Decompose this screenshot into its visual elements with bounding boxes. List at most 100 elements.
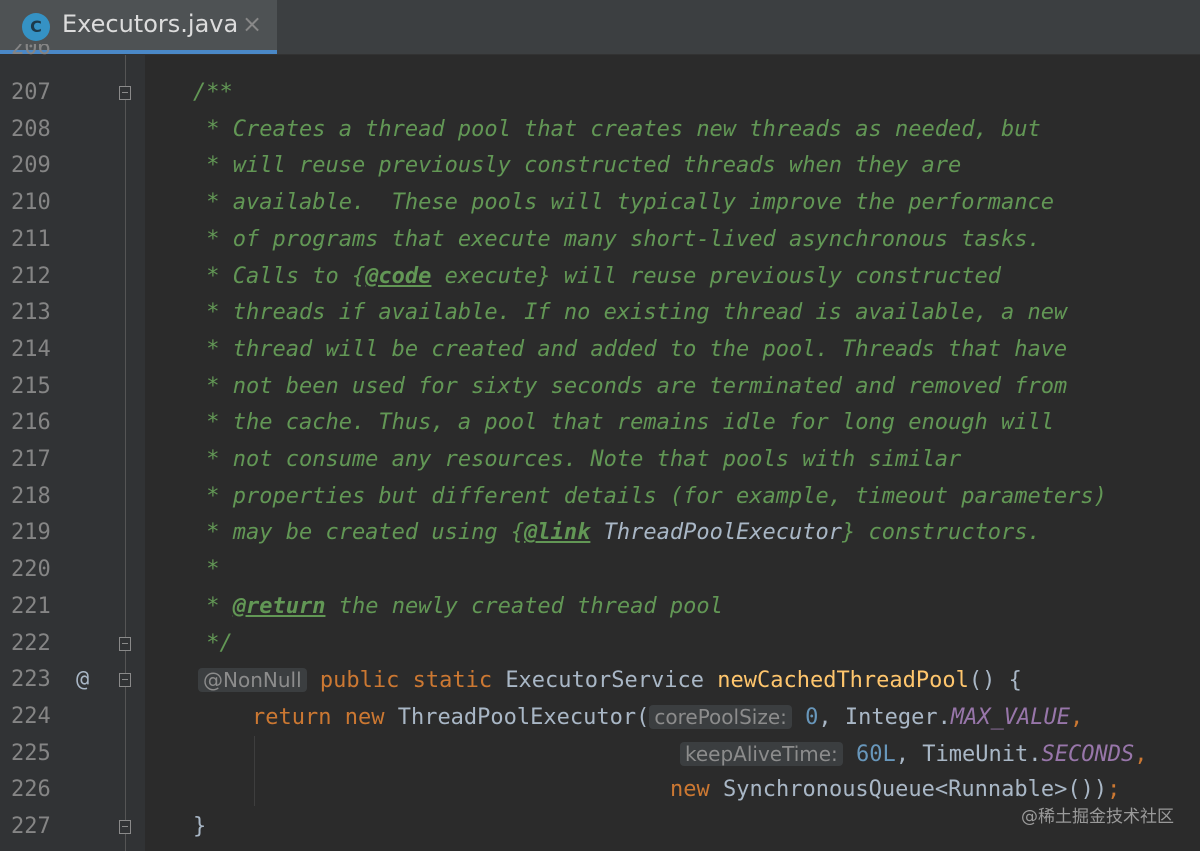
fold-toggle-icon[interactable] [119,86,131,100]
line-number: 227 [11,814,51,839]
code-token: * of programs that execute many short-li… [193,226,1041,252]
code-line[interactable]: 207 /** [0,75,1200,111]
java-class-icon: C [22,13,50,41]
code-line[interactable]: 219 * may be created using {@link Thread… [0,515,1200,551]
code-text: * Calls to {@code execute} will reuse pr… [193,259,1001,295]
parameter-hint: corePoolSize: [649,704,792,729]
code-token: , [1134,741,1148,767]
code-line[interactable]: 227} [0,809,1200,845]
code-token: ThreadPoolExecutor( [397,704,650,730]
code-line[interactable]: 210 * available. These pools will typica… [0,185,1200,221]
code-line[interactable]: 209 * will reuse previously constructed … [0,148,1200,184]
fold-toggle-icon[interactable] [119,820,131,834]
partial-line: 206 [0,44,1200,66]
code-line[interactable]: 226 new SynchronousQueue<Runnable>()); [0,772,1200,808]
code-token: * threads if available. If no existing t… [193,300,1068,326]
code-line[interactable]: 225 keepAliveTime: 60L, TimeUnit.SECONDS, [0,736,1200,772]
code-text: * may be created using {@link ThreadPool… [193,515,1041,551]
line-number: 211 [11,226,51,252]
code-line[interactable]: 214 * thread will be created and added t… [0,332,1200,368]
line-number: 217 [11,447,51,472]
code-line[interactable]: 208 * Creates a thread pool that creates… [0,112,1200,148]
code-token: 60L [856,741,896,767]
tab-title: Executors.java [62,10,239,38]
code-token: * the cache. Thus, a pool that remains i… [193,410,1054,436]
code-token: 0 [805,704,819,730]
code-token: public static [319,668,506,694]
code-token: new [670,777,723,803]
code-text: * @return the newly created thread pool [193,589,723,625]
code-token: , Integer. [818,704,951,730]
code-line[interactable]: 215 * not been used for sixty seconds ar… [0,369,1200,405]
code-token: ThreadPoolExecutor [590,520,843,546]
line-number: 214 [11,336,51,362]
code-line[interactable]: 216 * the cache. Thus, a pool that remai… [0,405,1200,441]
code-text: * available. These pools will typically … [193,185,1054,221]
code-token: execute} will reuse previously construct… [431,263,1001,289]
code-token: * thread will be created and added to th… [193,336,1068,362]
line-number: 212 [11,263,51,289]
code-token: newCachedThreadPool [717,668,969,694]
watermark: @稀土掘金技术社区 [1021,807,1174,827]
code-text: } [193,809,206,845]
code-token: * Calls to { [193,263,366,289]
code-text: @NonNull public static ExecutorService n… [198,662,1022,699]
code-line[interactable]: 224 return new ThreadPoolExecutor(corePoo… [0,699,1200,735]
code-line[interactable]: 217 * not consume any resources. Note th… [0,442,1200,478]
line-number: 222 [11,630,51,656]
code-text: * will reuse previously constructed thre… [193,148,961,184]
code-line[interactable]: 212 * Calls to {@code execute} will reus… [0,259,1200,295]
code-token: * available. These pools will typically … [193,190,1054,216]
code-token: @link [524,520,591,546]
code-token: * [193,557,220,583]
code-token: ; [1107,777,1121,803]
code-text: * the cache. Thus, a pool that remains i… [193,405,1054,441]
parameter-hint: keepAliveTime: [680,741,843,766]
code-text: * not been used for sixty seconds are te… [193,369,1067,405]
code-text: * of programs that execute many short-li… [193,222,1041,258]
line-number: 224 [11,703,51,729]
fold-toggle-icon[interactable] [119,673,131,688]
code-token: , TimeUnit. [895,741,1042,767]
code-line[interactable]: 218 * properties but different details (… [0,479,1200,515]
code-line[interactable]: 223 @ @NonNull public static ExecutorServi… [0,662,1200,698]
fold-toggle-icon[interactable] [119,636,131,651]
code-token: , [1070,704,1084,730]
code-line[interactable]: 221 * @return the newly created thread p… [0,589,1200,625]
line-number: 216 [11,410,51,436]
code-line[interactable]: 220 * [0,552,1200,588]
code-token: MAX_VALUE [950,704,1071,730]
code-token: the newly created thread pool [325,593,723,619]
code-text: /** [193,75,233,111]
code-text: return new ThreadPoolExecutor(corePoolSi… [252,699,1083,736]
code-token: */ [193,630,233,656]
line-number: 225 [11,740,51,766]
code-line[interactable]: 222 */ [0,626,1200,662]
parameter-hint: @NonNull [198,668,307,693]
line-number: 215 [11,373,51,399]
close-icon[interactable]: × [242,10,262,38]
code-text: * not consume any resources. Note that p… [193,442,961,478]
code-token: * [193,593,233,619]
code-token: * may be created using { [193,520,525,546]
override-marker-icon[interactable]: @ [76,662,89,698]
code-line[interactable]: 213 * threads if available. If no existi… [0,295,1200,331]
code-token: * will reuse previously constructed thre… [193,153,962,179]
code-token: () { [968,668,1022,694]
code-text: * thread will be created and added to th… [193,332,1067,368]
line-number: 218 [11,483,51,509]
code-text: keepAliveTime: 60L, TimeUnit.SECONDS, [680,736,1147,773]
code-text: * threads if available. If no existing t… [193,295,1067,331]
line-number: 213 [11,300,51,326]
code-token: * properties but different details (for … [193,483,1107,509]
code-token: return new [252,704,398,730]
code-token: } [193,814,207,839]
line-number: 223 [11,667,51,693]
line-number: 220 [11,557,51,583]
line-number: 210 [11,190,51,216]
code-line[interactable]: 211 * of programs that execute many shor… [0,222,1200,258]
code-token: SynchronousQueue<Runnable>()) [722,777,1108,803]
